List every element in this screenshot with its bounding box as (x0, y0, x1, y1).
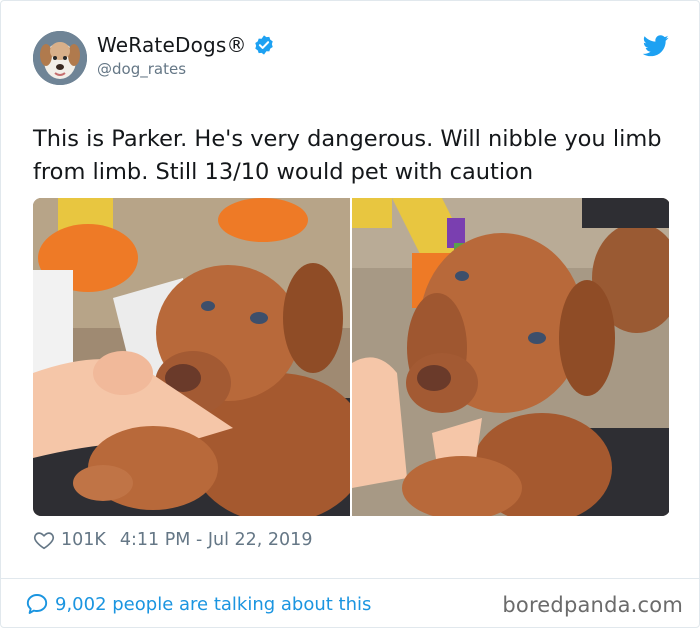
tweet-header: WeRateDogs® @dog_rates (33, 31, 673, 91)
heart-icon[interactable] (33, 529, 55, 551)
talking-count[interactable]: 9,002 people are talking about this (55, 594, 371, 615)
tweet-media[interactable] (33, 198, 670, 516)
tweet-text: This is Parker. He's very dangerous. Wil… (33, 126, 662, 185)
avatar[interactable] (33, 31, 87, 85)
tweet-photo-2[interactable] (352, 198, 669, 516)
divider (1, 578, 700, 579)
tweet-timestamp[interactable]: 4:11 PM - Jul 22, 2019 (120, 530, 313, 550)
twitter-bird-icon[interactable] (643, 35, 669, 57)
like-count[interactable]: 101K (61, 530, 106, 550)
account-handle[interactable]: @dog_rates (97, 60, 186, 78)
conversation-link[interactable]: 9,002 people are talking about this (25, 592, 371, 616)
watermark: boredpanda.com (502, 593, 683, 617)
tweet-meta: 101K 4:11 PM - Jul 22, 2019 (33, 529, 312, 551)
account-name[interactable]: WeRateDogs® (97, 33, 247, 57)
tweet-photo-1[interactable] (33, 198, 350, 516)
verified-badge-icon (255, 35, 273, 55)
tweet-card: WeRateDogs® @dog_rates This is Parker. H… (0, 0, 700, 628)
speech-bubble-icon (26, 594, 48, 614)
